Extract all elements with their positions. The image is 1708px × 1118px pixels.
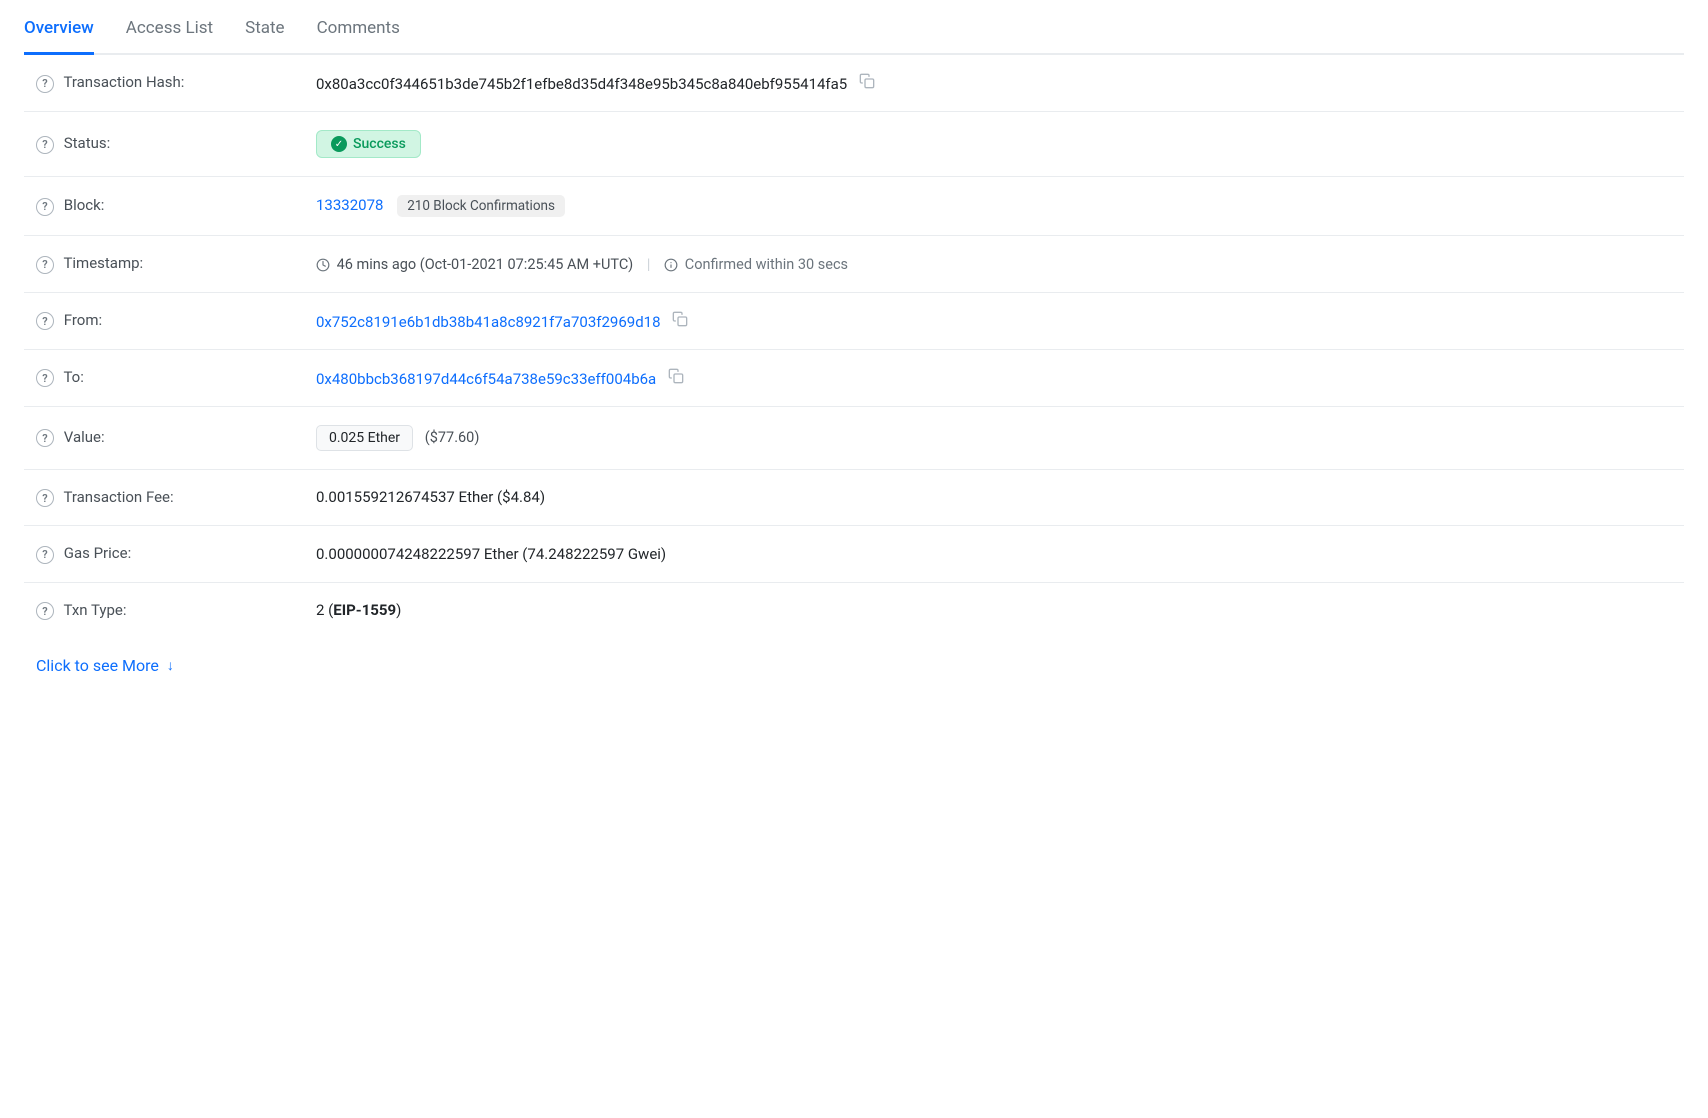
- tab-state[interactable]: State: [245, 18, 284, 55]
- info-icon: [664, 258, 678, 272]
- confirmations-badge: 210 Block Confirmations: [397, 195, 565, 217]
- tab-comments[interactable]: Comments: [317, 18, 400, 55]
- row-timestamp: ? Timestamp: 46 mins ago (Oct-01-2021 07…: [24, 236, 1684, 293]
- help-icon-to[interactable]: ?: [36, 369, 54, 387]
- help-icon-timestamp[interactable]: ?: [36, 256, 54, 274]
- tab-nav: Overview Access List State Comments: [24, 0, 1684, 55]
- copy-from-icon[interactable]: [672, 311, 688, 327]
- txn-fee-value: 0.001559212674537 Ether ($4.84): [316, 488, 545, 506]
- txhash-value: 0x80a3cc0f344651b3de745b2f1efbe8d35d4f34…: [316, 75, 847, 93]
- copy-to-icon[interactable]: [668, 368, 684, 384]
- from-address-link[interactable]: 0x752c8191e6b1db38b41a8c8921f7a703f2969d…: [316, 313, 664, 331]
- row-status: ? Status: ✓ Success: [24, 112, 1684, 177]
- pipe-separator: |: [647, 255, 651, 273]
- copy-txhash-icon[interactable]: [859, 73, 875, 89]
- help-icon-txntype[interactable]: ?: [36, 602, 54, 620]
- see-more-link[interactable]: Click to see More ↓: [24, 638, 186, 693]
- tab-access-list[interactable]: Access List: [126, 18, 213, 55]
- row-value: ? Value: 0.025 Ether ($77.60): [24, 406, 1684, 469]
- block-number-link[interactable]: 13332078: [316, 196, 387, 214]
- confirmed-text: Confirmed within 30 secs: [664, 256, 848, 273]
- value-usd: ($77.60): [425, 429, 480, 446]
- help-icon-txhash[interactable]: ?: [36, 75, 54, 93]
- timestamp-value: 46 mins ago (Oct-01-2021 07:25:45 AM +UT…: [316, 256, 637, 273]
- status-badge: ✓ Success: [316, 130, 421, 158]
- help-icon-value[interactable]: ?: [36, 429, 54, 447]
- to-address-link[interactable]: 0x480bbcb368197d44c6f54a738e59c33eff004b…: [316, 370, 660, 388]
- detail-table: ? Transaction Hash: 0x80a3cc0f344651b3de…: [24, 55, 1684, 638]
- value-badge: 0.025 Ether: [316, 425, 413, 451]
- clock-icon: [316, 258, 330, 272]
- row-txn-fee: ? Transaction Fee: 0.001559212674537 Eth…: [24, 469, 1684, 526]
- txn-type-value: 2 (EIP-1559): [316, 601, 401, 619]
- row-txn-type: ? Txn Type: 2 (EIP-1559): [24, 582, 1684, 638]
- gas-price-value: 0.000000074248222597 Ether (74.248222597…: [316, 545, 666, 563]
- help-icon-block[interactable]: ?: [36, 198, 54, 216]
- arrow-down-icon: ↓: [167, 657, 174, 674]
- check-icon: ✓: [331, 136, 347, 152]
- help-icon-from[interactable]: ?: [36, 312, 54, 330]
- row-from: ? From: 0x752c8191e6b1db38b41a8c8921f7a7…: [24, 292, 1684, 349]
- row-block: ? Block: 13332078 210 Block Confirmation…: [24, 177, 1684, 236]
- row-to: ? To: 0x480bbcb368197d44c6f54a738e59c33e…: [24, 349, 1684, 406]
- row-gas-price: ? Gas Price: 0.000000074248222597 Ether …: [24, 526, 1684, 583]
- help-icon-txnfee[interactable]: ?: [36, 489, 54, 507]
- help-icon-gasprice[interactable]: ?: [36, 546, 54, 564]
- help-icon-status[interactable]: ?: [36, 136, 54, 154]
- row-transaction-hash: ? Transaction Hash: 0x80a3cc0f344651b3de…: [24, 55, 1684, 112]
- tab-overview[interactable]: Overview: [24, 18, 94, 55]
